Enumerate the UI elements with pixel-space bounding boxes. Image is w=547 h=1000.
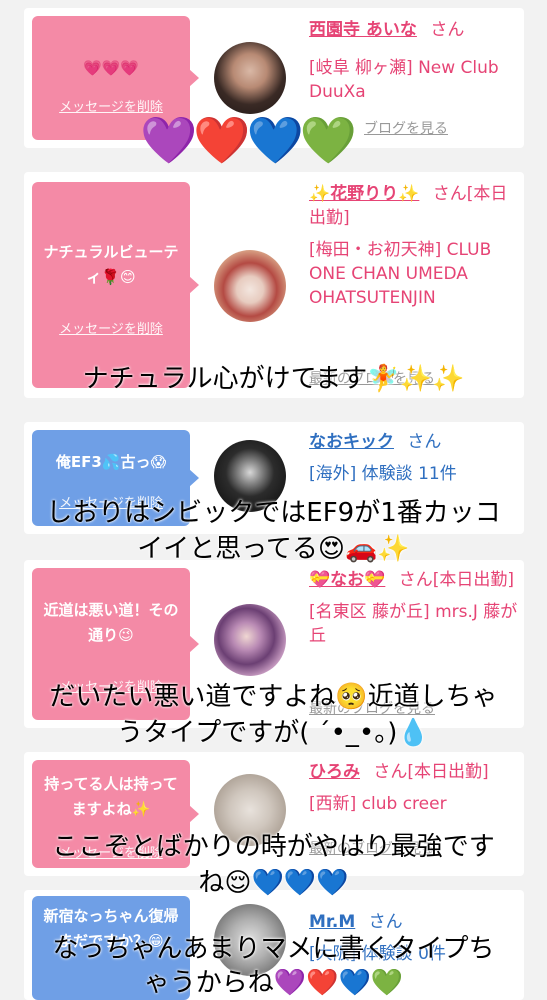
profile-info: ひろみ さん[本日出勤] [西新] club creer (309, 760, 519, 816)
avatar[interactable] (214, 250, 286, 322)
profile-name-link[interactable]: 💝なお💝 (309, 570, 385, 590)
caption-text: しおりはシビックではEF9が1番カッコ (46, 498, 501, 528)
message-text: 持ってる人は持ってますよね✨ (44, 775, 178, 818)
delete-message-link[interactable]: メッセージを削除 (32, 318, 190, 337)
caption-text: ここぞとばかりの時がやはり最強です (52, 832, 495, 862)
message-text: 💗💗💗 (82, 59, 140, 77)
profile-info: 💝なお💝 さん[本日出勤] [名東区 藤が丘] mrs.J 藤が丘 (309, 568, 519, 648)
profile-name-link[interactable]: 西園寺 あいな (309, 20, 417, 40)
profile-name-link[interactable]: ひろみ (309, 762, 360, 782)
shop-link[interactable]: [海外] 体験談 11件 (309, 462, 519, 486)
name-suffix: さん (430, 20, 465, 40)
profile-name-link[interactable]: Mr.M (309, 912, 355, 932)
blog-link[interactable]: ブログを見る (364, 118, 448, 138)
message-bubble: ナチュラルビューティ🌹😊 メッセージを削除 (32, 182, 199, 388)
shop-link[interactable]: [名東区 藤が丘] mrs.J 藤が丘 (309, 600, 519, 648)
profile-name-link[interactable]: なおキック (309, 432, 394, 452)
avatar[interactable] (214, 604, 286, 676)
shop-link[interactable]: [梅田・お初天神] CLUB ONE CHAN UMEDA OHATSUTENJ… (309, 238, 519, 310)
caption-text: イイと思ってる😍🚗✨ (137, 534, 410, 564)
name-suffix: さん[本日出勤] (398, 570, 515, 590)
name-suffix: さん (407, 432, 442, 452)
profile-name-link[interactable]: ✨花野りり✨ (309, 184, 419, 204)
caption-text: ね😌💙💙💙 (198, 868, 349, 898)
caption-text: ナチュラル心がけてます🧚✨✨ (82, 364, 465, 394)
avatar[interactable] (214, 42, 286, 114)
shop-link[interactable]: [西新] club creer (309, 792, 519, 816)
caption-text: うタイプですが( ´•_•。)💧 (117, 718, 430, 748)
message-text: 俺EF3💦古っ😱 (55, 453, 167, 471)
name-suffix: さん (368, 912, 403, 932)
hearts-sticker: 💜❤️💙💚 (140, 113, 357, 167)
caption-text: なっちゃんあまりマメに書くタイプち (52, 934, 495, 964)
message-text: 近道は悪い道！その通り😉 (43, 601, 179, 644)
profile-info: 西園寺 あいな さん [岐阜 柳ヶ瀬] New Club DuuXa (309, 18, 519, 104)
message-text: ナチュラルビューティ🌹😊 (43, 243, 179, 286)
caption-text: ゃうからね💜❤️💙💚 (143, 968, 404, 998)
caption-text: だいたい悪い道ですよね🥺近道しちゃ (49, 682, 498, 712)
shop-link[interactable]: [岐阜 柳ヶ瀬] New Club DuuXa (309, 56, 519, 104)
profile-info: ✨花野りり✨ さん[本日出勤] [梅田・お初天神] CLUB ONE CHAN … (309, 182, 519, 310)
profile-info: なおキック さん [海外] 体験談 11件 (309, 430, 519, 486)
name-suffix: さん[本日出勤] (373, 762, 489, 782)
